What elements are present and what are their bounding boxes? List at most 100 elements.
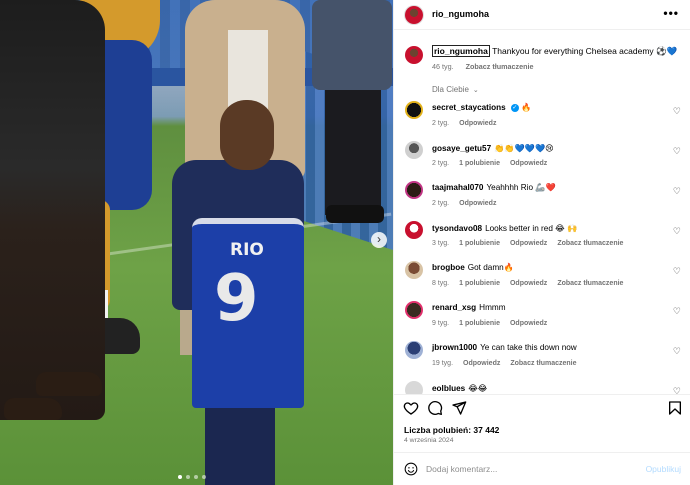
see-translation-link[interactable]: Zobacz tłumaczenie — [557, 240, 623, 247]
comment-meta: 8 tyg. 1 polubienie Odpowiedz Zobacz tłumac… — [432, 280, 633, 287]
next-image-button[interactable]: › — [371, 232, 387, 248]
comment-bubble-icon[interactable] — [427, 400, 443, 416]
comment-item: tysondavo08 Looks better in red 😂 🙌 3 tyg.… — [394, 218, 690, 258]
comment-time: 19 tyg. — [432, 360, 454, 367]
commenter-avatar[interactable] — [405, 261, 423, 279]
see-translation-link[interactable]: Zobacz tłumaczenie — [557, 280, 623, 287]
comment-line: taajmahal070 Yeahhhh Rio 🦾❤️ — [432, 183, 556, 193]
commenter-avatar[interactable] — [405, 301, 423, 319]
author-avatar[interactable] — [405, 6, 423, 24]
comment-text: 👏👏💙💙💙😢 — [494, 144, 554, 153]
commenter-avatar[interactable] — [405, 141, 423, 159]
comment-like-heart-icon[interactable]: ♡ — [673, 106, 681, 117]
reply-button[interactable]: Odpowiedz — [459, 120, 496, 127]
commenter-avatar[interactable] — [405, 221, 423, 239]
comment-like-heart-icon[interactable]: ♡ — [673, 266, 681, 277]
staff-trousers — [325, 90, 381, 215]
comment-time: 3 tyg. — [432, 240, 450, 247]
staff-shoes — [326, 205, 384, 223]
comment-like-heart-icon[interactable]: ♡ — [673, 346, 681, 357]
comment-likes[interactable]: 1 polubienie — [459, 160, 500, 167]
add-comment-bar: Opublikuj — [394, 452, 690, 485]
comment-likes[interactable]: 1 polubienie — [459, 320, 500, 327]
bookmark-icon[interactable] — [667, 400, 683, 416]
comment-input[interactable] — [426, 462, 636, 476]
caption-meta: 46 tyg. Zobacz tłumaczenie — [432, 62, 533, 71]
smiley-icon[interactable] — [404, 462, 418, 476]
reply-button[interactable]: Odpowiedz — [510, 280, 547, 287]
likes-count[interactable]: Liczba polubień: 37 442 — [404, 425, 499, 435]
commenter-username[interactable]: taajmahal070 — [432, 183, 483, 192]
commenter-username[interactable]: brogboe — [432, 263, 465, 272]
commenter-username[interactable]: jbrown1000 — [432, 343, 477, 352]
carousel-dot — [178, 475, 182, 479]
comment-time: 9 tyg. — [432, 320, 450, 327]
caption-text-line: rio_ngumoha Thankyou for everything Chel… — [432, 45, 677, 57]
commenter-avatar[interactable] — [405, 101, 423, 119]
reply-button[interactable]: Odpowiedz — [510, 160, 547, 167]
reply-button[interactable]: Odpowiedz — [510, 240, 547, 247]
comment-text: Looks better in red 😂 🙌 — [485, 224, 578, 233]
comment-meta: 9 tyg. 1 polubienie Odpowiedz — [432, 320, 557, 327]
post-comment-button[interactable]: Opublikuj — [646, 464, 681, 474]
comments-filter-label: Dla Ciebie — [432, 85, 469, 94]
caption-avatar[interactable] — [405, 46, 423, 64]
comment-line: gosaye_getu57 👏👏💙💙💙😢 — [432, 143, 554, 154]
comment-line: eolblues 😂😂 — [432, 383, 487, 393]
post-photo[interactable]: RIO 9 › — [0, 0, 393, 485]
comment-like-heart-icon[interactable]: ♡ — [673, 306, 681, 317]
reply-button[interactable]: Odpowiedz — [510, 320, 547, 327]
comment-likes[interactable]: 1 polubienie — [459, 240, 500, 247]
commenter-username[interactable]: secret_staycations — [432, 103, 506, 112]
commenter-avatar[interactable] — [405, 181, 423, 199]
commenter-username[interactable]: eolblues — [432, 384, 465, 393]
paper-plane-icon[interactable] — [451, 400, 467, 416]
post-date: 4 września 2024 — [404, 437, 454, 444]
comment-likes[interactable]: 1 polubienie — [459, 280, 500, 287]
commenter-username[interactable]: tysondavo08 — [432, 224, 482, 233]
comment-item: gosaye_getu57 👏👏💙💙💙😢 2 tyg. 1 polubienie Odp… — [394, 138, 690, 178]
caption-text: Thankyou for everything Chelsea academy … — [492, 46, 678, 56]
commenter-username[interactable]: renard_xsg — [432, 303, 476, 312]
comment-like-heart-icon[interactable]: ♡ — [673, 186, 681, 197]
comment-meta: 2 tyg. 1 polubienie Odpowiedz — [432, 160, 557, 167]
comment-line: tysondavo08 Looks better in red 😂 🙌 — [432, 223, 577, 234]
see-translation-link[interactable]: Zobacz tłumaczenie — [510, 360, 576, 367]
caption-username[interactable]: rio_ngumoha — [432, 45, 490, 57]
comment-meta: 19 tyg. Odpowiedz Zobacz tłumaczenie — [432, 360, 587, 367]
commenter-avatar[interactable] — [405, 341, 423, 359]
chevron-down-icon: ⌄ — [472, 87, 479, 94]
comment-time: 8 tyg. — [432, 280, 450, 287]
comments-list[interactable]: secret_staycations ✓ 🔥 2 tyg. Odpowiedz ♡ gos… — [394, 98, 690, 394]
author-username[interactable]: rio_ngumoha — [432, 9, 489, 19]
boy-trousers — [205, 395, 275, 485]
commenter-username[interactable]: gosaye_getu57 — [432, 144, 491, 153]
comment-like-heart-icon[interactable]: ♡ — [673, 226, 681, 237]
heart-icon[interactable] — [403, 400, 419, 416]
staff-member — [312, 0, 392, 90]
commenter-avatar[interactable] — [405, 381, 423, 394]
post-header: rio_ngumoha ••• — [394, 0, 690, 30]
person-left-shoe — [36, 372, 102, 396]
comment-line: secret_staycations ✓ 🔥 — [432, 103, 531, 113]
comment-meta: 2 tyg. Odpowiedz — [432, 200, 506, 207]
reply-button[interactable]: Odpowiedz — [463, 360, 500, 367]
comments-filter[interactable]: Dla Ciebie ⌄ — [432, 85, 479, 94]
more-options-icon[interactable]: ••• — [663, 6, 679, 20]
post-caption: rio_ngumoha Thankyou for everything Chel… — [394, 40, 690, 80]
comment-time: 2 tyg. — [432, 200, 450, 207]
comment-like-heart-icon[interactable]: ♡ — [673, 386, 681, 394]
carousel-dot — [194, 475, 198, 479]
comment-like-heart-icon[interactable]: ♡ — [673, 146, 681, 157]
comment-text: Got damn🔥 — [467, 263, 514, 272]
comment-text: 🔥 — [521, 103, 532, 112]
post-actions: Liczba polubień: 37 442 4 września 2024 — [394, 394, 690, 448]
reply-button[interactable]: Odpowiedz — [459, 200, 496, 207]
comment-item: taajmahal070 Yeahhhh Rio 🦾❤️ 2 tyg. Odpowie… — [394, 178, 690, 218]
comment-meta: 2 tyg. Odpowiedz — [432, 120, 506, 127]
comment-item: secret_staycations ✓ 🔥 2 tyg. Odpowiedz ♡ — [394, 98, 690, 138]
comment-time: 2 tyg. — [432, 160, 450, 167]
post-side-panel: rio_ngumoha ••• rio_ngumoha Thankyou for… — [393, 0, 690, 485]
shirt-name: RIO — [230, 240, 264, 260]
see-translation-link[interactable]: Zobacz tłumaczenie — [466, 62, 534, 71]
